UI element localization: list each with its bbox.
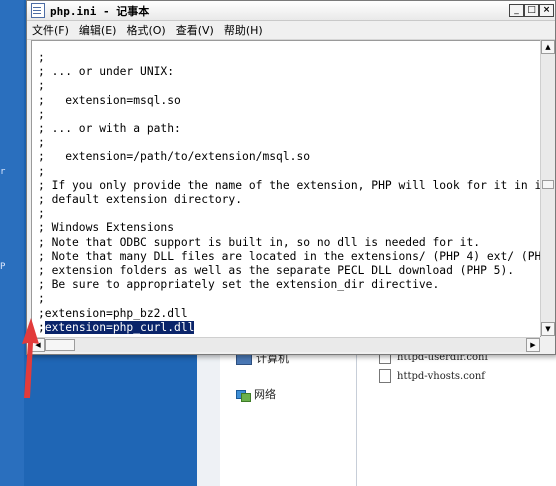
annotation-arrow-icon (22, 318, 39, 398)
strip-glyph: r (0, 167, 6, 177)
editor-line: ; Note that ODBC support is built in, so… (38, 235, 481, 249)
editor-line: ; Be sure to appropriately set the exten… (38, 278, 440, 292)
editor-line: ; (38, 207, 45, 221)
nav-item-label: 网络 (254, 388, 276, 401)
editor-line: ; default extension directory. (38, 193, 243, 207)
editor-line: ; Windows Extensions (38, 221, 175, 235)
text-editor[interactable]: ; ; ... or under UNIX: ; ; extension=msq… (31, 40, 541, 338)
editor-line: ; extension folders as well as the separ… (38, 264, 515, 278)
selected-text[interactable]: extension=php_curl.dll (44, 320, 195, 334)
editor-line: ; (38, 164, 45, 178)
editor-line: ; ... or with a path: (38, 122, 181, 136)
editor-line: ; (38, 79, 45, 93)
menu-bar: 文件(F) 编辑(E) 格式(O) 查看(V) 帮助(H) (27, 21, 555, 40)
editor-text[interactable]: ; ; ... or under UNIX: ; ; extension=msq… (38, 51, 541, 335)
window-title: php.ini - 记事本 (50, 4, 150, 18)
title-bar[interactable]: php.ini - 记事本 _ □ × (27, 1, 555, 21)
vertical-scrollbar[interactable]: ▲ ▼ (540, 40, 555, 336)
menu-file[interactable]: 文件(F) (27, 22, 74, 38)
minimize-button[interactable]: _ (509, 4, 524, 17)
strip-glyph: P (0, 262, 6, 272)
editor-line: ; (38, 292, 45, 306)
file-icon (379, 369, 391, 383)
file-item[interactable]: httpd-vhosts.conf (379, 369, 485, 383)
editor-line: ;extension=php_bz2.dll (38, 306, 188, 320)
menu-help[interactable]: 帮助(H) (219, 22, 268, 38)
nav-item-network[interactable]: 网络 (236, 386, 276, 402)
close-button[interactable]: × (539, 4, 554, 17)
menu-format[interactable]: 格式(O) (121, 22, 170, 38)
file-name: httpd-vhosts.conf (397, 370, 485, 382)
editor-line: ; (38, 136, 45, 150)
scroll-up-button[interactable]: ▲ (541, 40, 555, 54)
notepad-icon[interactable] (31, 3, 45, 18)
explorer-navigation-pane: 计算机 网络 (220, 344, 357, 486)
watermark: J9国际站 (426, 454, 526, 482)
menu-edit[interactable]: 编辑(E) (74, 22, 122, 38)
notepad-window: php.ini - 记事本 _ □ × 文件(F) 编辑(E) 格式(O) 查看… (26, 0, 556, 355)
maximize-button[interactable]: □ (524, 4, 539, 17)
editor-line: ; extension=/path/to/extension/msql.so (38, 150, 311, 164)
editor-line: ; (38, 51, 45, 64)
resize-grip[interactable] (540, 337, 554, 351)
editor-line: ; (38, 107, 45, 121)
editor-line: ; extension=msql.so (38, 93, 181, 107)
scroll-down-button[interactable]: ▼ (541, 322, 555, 336)
menu-view[interactable]: 查看(V) (171, 22, 219, 38)
vertical-scroll-thumb[interactable] (542, 180, 554, 189)
scroll-right-button[interactable]: ▶ (526, 338, 540, 352)
editor-line: ; Note that many DLL files are located i… (38, 249, 541, 263)
editor-line: ; If you only provide the name of the ex… (38, 178, 541, 192)
horizontal-scrollbar[interactable]: ◀ ▶ (31, 337, 540, 352)
editor-line: ; ... or under UNIX: (38, 65, 175, 79)
network-icon (236, 388, 251, 402)
desktop-left-strip: r P (0, 0, 24, 486)
